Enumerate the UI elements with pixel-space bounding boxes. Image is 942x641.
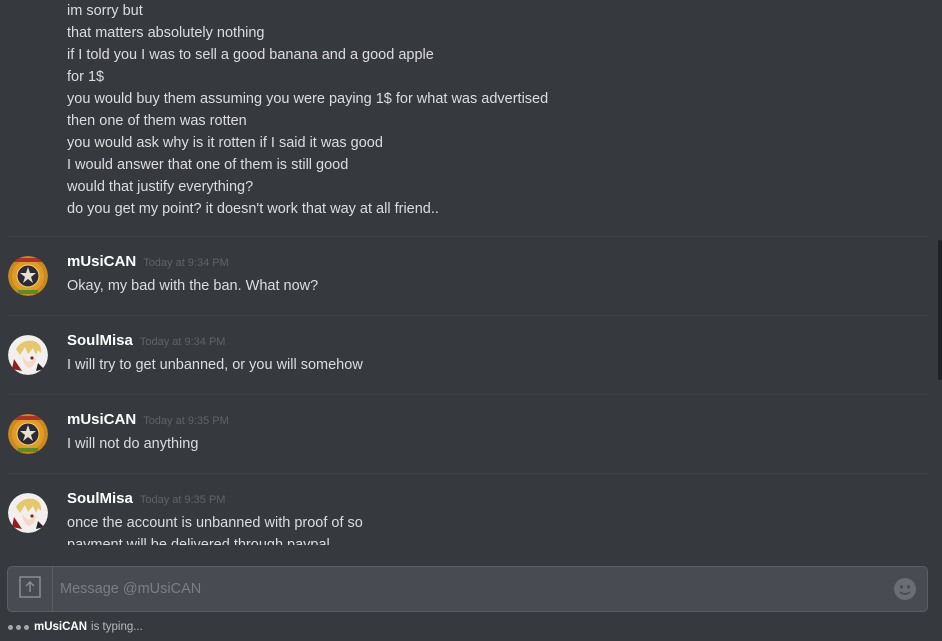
username-label[interactable]: SoulMisa: [67, 490, 133, 507]
username-label[interactable]: mUsiCAN: [67, 253, 136, 270]
timestamp: Today at 9:35 PM: [143, 415, 229, 427]
message-line: that matters absolutely nothing: [67, 25, 265, 41]
message-line: do you get my point? it doesn't work tha…: [67, 201, 439, 217]
emblem-avatar-icon[interactable]: [8, 256, 48, 296]
message-line: payment will be delivered through paypal: [67, 537, 330, 545]
message-text: I will not do anything: [67, 436, 199, 452]
emoji-icon: [894, 579, 916, 604]
upload-button[interactable]: [8, 567, 53, 611]
typing-indicator: mUsiCAN is typing...: [8, 619, 143, 635]
emoji-button[interactable]: [894, 578, 916, 600]
typing-user: mUsiCAN: [34, 621, 88, 633]
message-line: I would answer that one of them is still…: [67, 157, 349, 173]
emblem-avatar-icon[interactable]: [8, 414, 48, 454]
scrollbar-thumb[interactable]: [938, 240, 942, 380]
message-line: for 1$: [67, 69, 105, 85]
message-text: I will try to get unbanned, or you will …: [67, 357, 363, 373]
message-text: once the account is unbanned with proof …: [67, 512, 927, 545]
message-line: im sorry but: [67, 3, 143, 19]
message-line: you would ask why is it rotten if I said…: [67, 135, 383, 151]
username[interactable]: mUsiCAN Today at 9:34 PM: [67, 253, 229, 270]
typing-text: is typing...: [91, 621, 143, 633]
message-line: would that justify everything?: [67, 179, 254, 195]
message-divider: [8, 394, 928, 395]
timestamp: Today at 9:34 PM: [143, 257, 229, 269]
message-divider: [8, 236, 928, 237]
username[interactable]: mUsiCAN Today at 9:35 PM: [67, 411, 229, 428]
timestamp: Today at 9:34 PM: [139, 336, 226, 348]
username-label[interactable]: SoulMisa: [67, 332, 133, 349]
message-line: then one of them was rotten: [67, 113, 247, 129]
username-label[interactable]: mUsiCAN: [67, 411, 136, 428]
message-list[interactable]: im sorry but that matters absolutely not…: [0, 0, 942, 545]
username[interactable]: SoulMisa Today at 9:34 PM: [67, 332, 225, 349]
message-composer: [7, 566, 928, 612]
message-text: Okay, my bad with the ban. What now?: [67, 278, 319, 294]
username[interactable]: SoulMisa Today at 9:35 PM: [67, 490, 225, 507]
message-divider: [8, 473, 928, 474]
timestamp: Today at 9:35 PM: [139, 494, 226, 506]
anime-avatar-icon[interactable]: [8, 335, 48, 375]
message-divider: [8, 315, 928, 316]
message-line: if I told you I was to sell a good banan…: [67, 47, 434, 63]
message-line: once the account is unbanned with proof …: [67, 515, 363, 531]
message-line: you would buy them assuming you were pay…: [67, 91, 549, 107]
upload-icon: [19, 575, 41, 603]
message-input[interactable]: [60, 567, 880, 611]
typing-dots-icon: [8, 624, 29, 630]
anime-avatar-icon[interactable]: [8, 493, 48, 533]
continued-message-block: im sorry but that matters absolutely not…: [67, 0, 927, 220]
